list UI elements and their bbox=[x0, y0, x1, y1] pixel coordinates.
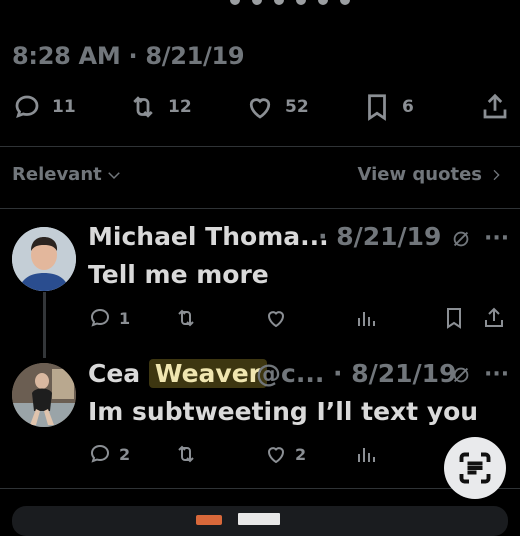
author-name-prefix: Cea bbox=[88, 359, 141, 388]
reply-action[interactable]: 1 bbox=[88, 306, 130, 330]
more-options-icon[interactable]: ··· bbox=[484, 226, 509, 251]
thread-connector-line bbox=[43, 292, 46, 358]
retweet-action[interactable] bbox=[174, 442, 198, 466]
retweet-icon bbox=[133, 96, 153, 118]
bookmark-icon bbox=[368, 94, 386, 121]
reply-action-bar: 1 bbox=[88, 306, 508, 336]
view-quotes-label: View quotes bbox=[357, 164, 482, 185]
highlighted-name: Weaver bbox=[148, 359, 267, 388]
like-count: 52 bbox=[285, 97, 309, 117]
retweet-action[interactable]: 12 bbox=[128, 92, 192, 122]
replies-sort-label: Relevant bbox=[12, 164, 102, 185]
like-icon bbox=[249, 98, 271, 119]
avatar[interactable] bbox=[12, 227, 76, 291]
avatar[interactable] bbox=[12, 363, 76, 427]
bookmark-action[interactable] bbox=[442, 306, 466, 330]
reply-author-name[interactable]: Michael Thoma... bbox=[88, 222, 329, 251]
bookmark-action[interactable]: 6 bbox=[362, 92, 414, 122]
grok-icon[interactable] bbox=[450, 228, 472, 254]
analytics-icon bbox=[358, 448, 375, 462]
reply-icon bbox=[15, 95, 39, 118]
share-icon bbox=[485, 307, 503, 327]
reply-handle-meta: @c... · 8/21/19 bbox=[256, 359, 456, 388]
share-icon bbox=[483, 93, 507, 119]
retweet-action[interactable] bbox=[174, 306, 198, 330]
reply-count: 11 bbox=[52, 97, 76, 117]
like-icon bbox=[267, 447, 285, 464]
reply-date: · 8/21/19 bbox=[333, 359, 457, 388]
like-icon bbox=[267, 311, 285, 328]
chevron-right-icon bbox=[493, 169, 500, 180]
avatar-photo bbox=[12, 363, 76, 427]
share-action[interactable] bbox=[482, 306, 506, 330]
analytics-icon bbox=[358, 312, 375, 326]
divider bbox=[0, 146, 520, 147]
like-action[interactable] bbox=[264, 306, 288, 330]
reply-author-name[interactable]: Cea Weaver bbox=[88, 359, 267, 388]
reply-count: 2 bbox=[119, 444, 131, 464]
card-thumbnail bbox=[196, 515, 222, 525]
avatar-photo bbox=[12, 227, 76, 291]
reply-count: 1 bbox=[119, 308, 131, 328]
divider bbox=[0, 488, 520, 489]
divider bbox=[0, 208, 520, 209]
card-thumbnail bbox=[238, 513, 280, 525]
bookmark-count: 6 bbox=[402, 97, 414, 117]
retweet-icon bbox=[178, 445, 194, 463]
reply-icon bbox=[90, 308, 110, 327]
reply-text: Im subtweeting I’ll text you bbox=[88, 397, 479, 426]
replies-sort-dropdown[interactable]: Relevant bbox=[12, 164, 123, 185]
view-quotes-link[interactable]: View quotes bbox=[358, 164, 504, 185]
bookmark-icon bbox=[447, 308, 461, 329]
grok-icon[interactable] bbox=[450, 364, 472, 390]
reply-action[interactable]: 2 bbox=[88, 442, 130, 466]
views-action[interactable] bbox=[354, 442, 378, 466]
tweet-action-bar: 11 12 52 6 bbox=[0, 92, 520, 132]
tweet-timestamp: 8:28 AM · 8/21/19 bbox=[12, 42, 245, 70]
reply-handle: @c... bbox=[256, 359, 325, 388]
more-options-icon[interactable]: ··· bbox=[484, 362, 509, 387]
clipped-top-content bbox=[230, 0, 520, 5]
text-scan-button[interactable] bbox=[444, 437, 506, 499]
views-action[interactable] bbox=[354, 306, 378, 330]
like-count: 2 bbox=[295, 444, 307, 464]
reply-text: Tell me more bbox=[88, 260, 269, 289]
share-action[interactable] bbox=[480, 92, 510, 122]
reply-action[interactable]: 11 bbox=[12, 92, 76, 122]
retweet-icon bbox=[178, 309, 194, 327]
reply-icon bbox=[90, 444, 110, 463]
chevron-down-icon bbox=[107, 171, 120, 179]
retweet-count: 12 bbox=[168, 97, 192, 117]
like-action[interactable]: 52 bbox=[245, 92, 309, 122]
like-action[interactable]: 2 bbox=[264, 442, 306, 466]
scan-text-icon bbox=[459, 452, 491, 484]
reply-date: · 8/21/19 bbox=[318, 222, 442, 251]
